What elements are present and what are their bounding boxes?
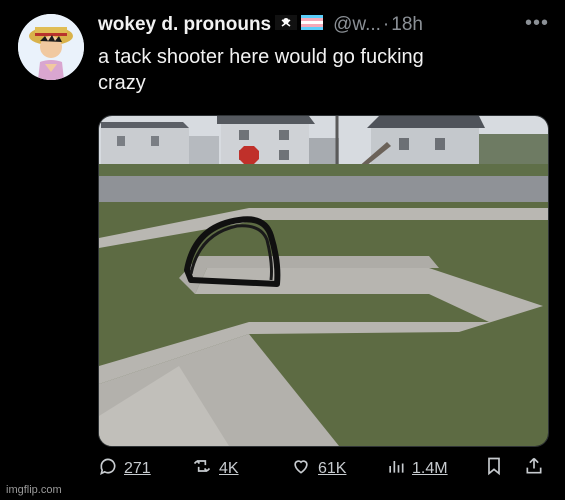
sidewalk-photo bbox=[99, 116, 548, 446]
action-bar: 271 4K 61K 1.4M bbox=[98, 456, 550, 482]
heart-icon bbox=[290, 456, 312, 481]
reply-button[interactable]: 271 bbox=[98, 456, 151, 481]
bookmark-button[interactable] bbox=[484, 456, 504, 481]
views-button[interactable]: 1.4M bbox=[386, 456, 448, 481]
post-text: a tack shooter here would go fucking cra… bbox=[98, 44, 538, 96]
display-name[interactable]: wokey d. pronouns bbox=[98, 14, 271, 36]
post-header: wokey d. pronouns @w... · 18h ••• bbox=[98, 10, 551, 40]
reply-count: 271 bbox=[124, 459, 151, 477]
share-button[interactable] bbox=[524, 456, 544, 481]
post-text-line-2: crazy bbox=[98, 72, 146, 94]
user-handle[interactable]: @w... bbox=[333, 14, 381, 36]
reply-icon bbox=[98, 456, 118, 481]
more-horizontal-icon[interactable]: ••• bbox=[525, 12, 549, 35]
separator: · bbox=[382, 14, 390, 35]
house-right bbox=[357, 116, 485, 170]
avatar[interactable] bbox=[18, 14, 84, 80]
bookmark-icon bbox=[484, 456, 504, 481]
like-button[interactable]: 61K bbox=[290, 456, 346, 481]
repost-icon bbox=[191, 456, 213, 481]
repost-count: 4K bbox=[219, 459, 239, 477]
watermark: imgflip.com bbox=[6, 484, 62, 496]
house-middle bbox=[217, 116, 315, 168]
pirate-flag-icon bbox=[275, 15, 298, 35]
avatar-image bbox=[18, 14, 84, 80]
timestamp[interactable]: 18h bbox=[391, 14, 423, 36]
post-image[interactable] bbox=[98, 115, 549, 447]
views-count: 1.4M bbox=[412, 459, 448, 477]
views-icon bbox=[386, 456, 406, 481]
transgender-flag-icon bbox=[301, 15, 324, 35]
house-left bbox=[101, 122, 189, 166]
repost-button[interactable]: 4K bbox=[191, 456, 239, 481]
share-icon bbox=[524, 456, 544, 481]
like-count: 61K bbox=[318, 459, 347, 477]
post-text-line-1: a tack shooter here would go fucking bbox=[98, 46, 424, 68]
